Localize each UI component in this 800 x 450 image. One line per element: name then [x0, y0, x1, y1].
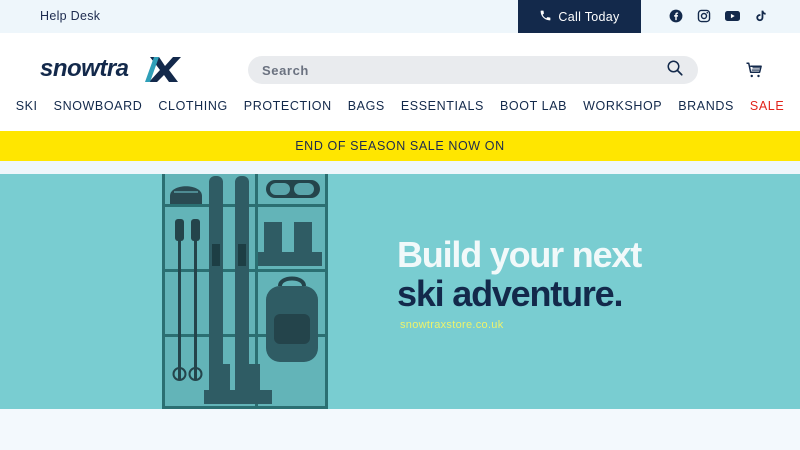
snowtrax-logo[interactable]: snowtra	[40, 53, 182, 90]
search-icon[interactable]	[666, 59, 684, 82]
social-links	[668, 8, 768, 24]
site-header: snowtra Search SKI SNOWBOARD CLOTHING PR…	[0, 33, 800, 131]
hero-headline-line1: Build your next	[397, 234, 642, 275]
facebook-icon[interactable]	[668, 8, 684, 24]
nav-item-bags[interactable]: BAGS	[348, 99, 385, 113]
nav-item-workshop[interactable]: WORKSHOP	[583, 99, 662, 113]
hero-banner[interactable]: Build your next ski adventure. snowtraxs…	[0, 174, 800, 409]
svg-text:snowtra: snowtra	[40, 55, 129, 82]
nav-item-essentials[interactable]: ESSENTIALS	[401, 99, 484, 113]
call-today-label: Call Today	[558, 9, 620, 24]
page-bottom	[0, 409, 800, 450]
hero-url: snowtraxstore.co.uk	[400, 319, 504, 331]
promo-banner-text: END OF SEASON SALE NOW ON	[295, 139, 505, 153]
nav-item-protection[interactable]: PROTECTION	[244, 99, 332, 113]
nav-item-brands[interactable]: BRANDS	[678, 99, 734, 113]
nav-item-snowboard[interactable]: SNOWBOARD	[54, 99, 143, 113]
nav-item-sale[interactable]: SALE	[750, 99, 784, 113]
nav-item-clothing[interactable]: CLOTHING	[158, 99, 227, 113]
youtube-icon[interactable]	[724, 8, 740, 24]
search-bar[interactable]: Search	[248, 56, 698, 84]
nav-item-boot-lab[interactable]: BOOT LAB	[500, 99, 567, 113]
tiktok-icon[interactable]	[752, 8, 768, 24]
search-input[interactable]: Search	[262, 63, 666, 78]
call-today-button[interactable]: Call Today	[518, 0, 641, 33]
top-bar: Help Desk Call Today	[0, 0, 800, 33]
cart-icon[interactable]	[745, 61, 763, 79]
help-desk-link[interactable]: Help Desk	[40, 9, 100, 23]
main-nav: SKI SNOWBOARD CLOTHING PROTECTION BAGS E…	[0, 99, 800, 113]
promo-banner[interactable]: END OF SEASON SALE NOW ON	[0, 131, 800, 161]
phone-icon	[539, 9, 552, 25]
ski-kit-illustration	[162, 174, 328, 409]
hero-headline-line2: ski adventure.	[397, 273, 624, 314]
instagram-icon[interactable]	[696, 8, 712, 24]
spacer	[0, 161, 800, 174]
nav-item-ski[interactable]: SKI	[16, 99, 38, 113]
